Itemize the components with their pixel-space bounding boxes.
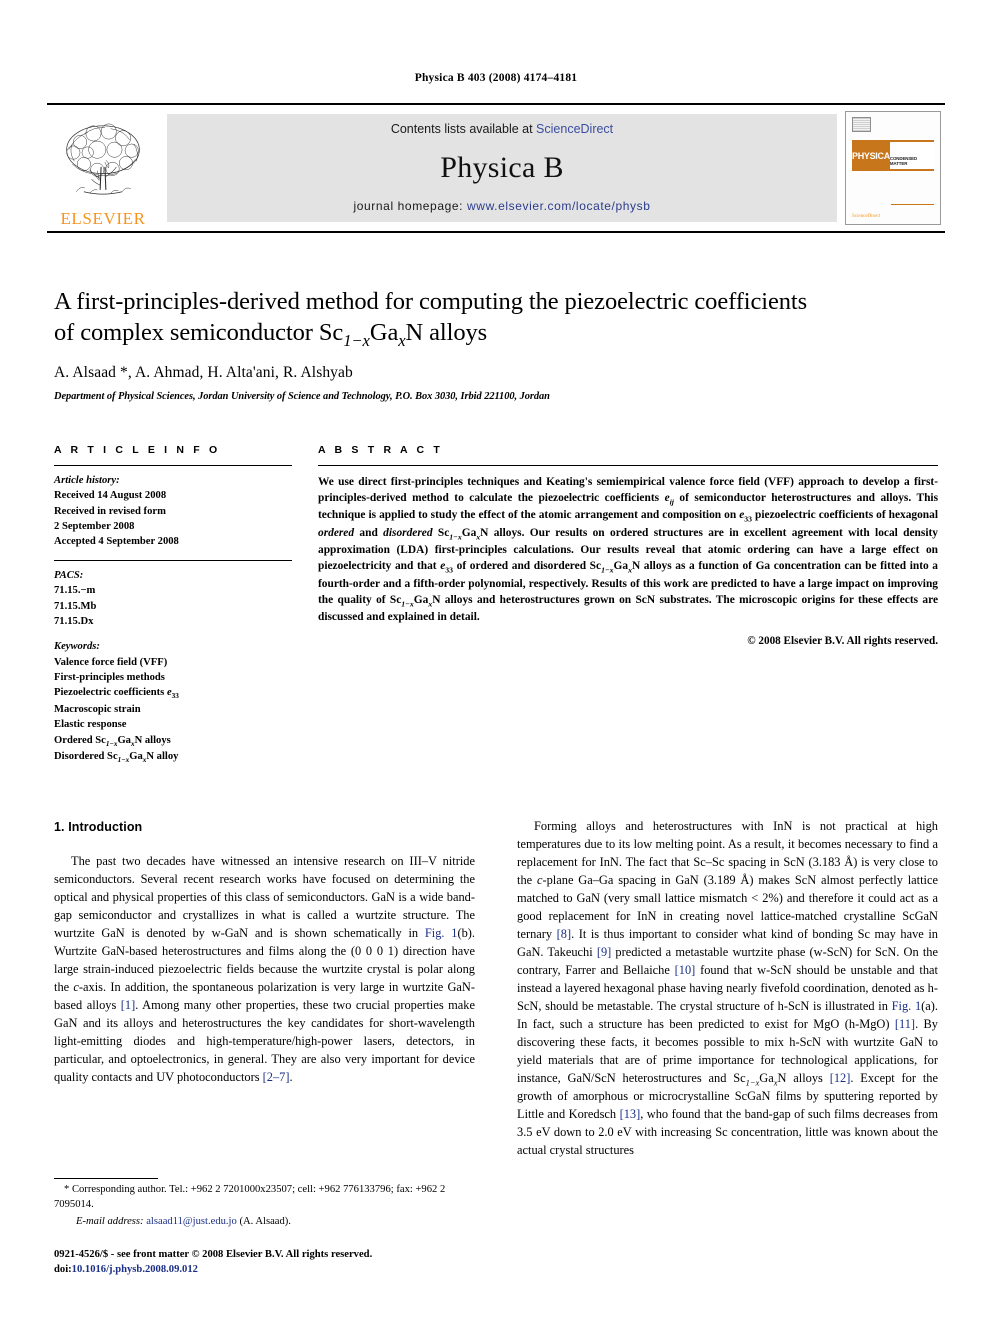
- history-item-1: Received in revised form: [54, 505, 166, 517]
- article-info-column: A R T I C L E I N F O Article history: R…: [54, 444, 292, 776]
- history-item-2: 2 September 2008: [54, 521, 135, 533]
- cover-journal-name: PHYSICA: [852, 142, 890, 169]
- imprint-block: 0921-4526/$ - see front matter © 2008 El…: [54, 1247, 474, 1278]
- title-line-2-pre: of complex semiconductor Sc: [54, 319, 344, 347]
- body-column-right: Forming alloys and heterostructures with…: [517, 818, 938, 1160]
- contents-available-line: Contents lists available at ScienceDirec…: [391, 122, 613, 136]
- journal-band: Contents lists available at ScienceDirec…: [167, 114, 837, 222]
- body-column-left: 1. Introduction The past two decades hav…: [54, 818, 475, 1160]
- cover-subject: CONDENSED MATTER: [889, 142, 934, 169]
- email-link[interactable]: alsaad11@just.edu.jo: [146, 1216, 237, 1227]
- journal-cover-thumbnail[interactable]: PHYSICA CONDENSED MATTER ScienceDirect: [845, 111, 941, 225]
- pacs-item-2: 71.15.Dx: [54, 615, 94, 627]
- title-subscript-1: 1−x: [343, 331, 370, 351]
- pacs-item-1: 71.15.Mb: [54, 600, 97, 612]
- pacs-item-0: 71.15.−m: [54, 585, 96, 597]
- citation-10[interactable]: [10]: [675, 963, 696, 977]
- abstract-text: We use direct first-principles technique…: [318, 476, 938, 623]
- article-info-body: Article history: Received 14 August 2008…: [54, 466, 292, 766]
- doi-line: doi:10.1016/j.physb.2008.09.012: [54, 1262, 474, 1277]
- title-subscript-2: x: [398, 331, 406, 351]
- keyword-item-0: Valence force field (VFF): [54, 656, 168, 668]
- doi-label: doi:: [54, 1264, 72, 1276]
- article-info-rule-2: [54, 559, 292, 561]
- citation-13[interactable]: [13]: [620, 1107, 641, 1121]
- figure-link-1a[interactable]: Fig. 1: [892, 999, 922, 1013]
- history-item-3: Accepted 4 September 2008: [54, 536, 179, 548]
- contents-prefix: Contents lists available at: [390, 122, 537, 136]
- citation-9[interactable]: [9]: [597, 945, 611, 959]
- elsevier-logo: ELSEVIER: [47, 105, 159, 231]
- pacs-group: PACS: 71.15.−m 71.15.Mb 71.15.Dx: [54, 568, 292, 629]
- corresponding-author-note: * Corresponding author. Tel.: +962 2 720…: [54, 1183, 464, 1213]
- corresponding-author-line1: * Corresponding author. Tel.: +962 2 720…: [64, 1184, 394, 1195]
- article-history-group: Article history: Received 14 August 2008…: [54, 473, 292, 550]
- journal-title: Physica B: [440, 150, 564, 184]
- homepage-prefix: journal homepage:: [353, 199, 468, 213]
- article-info-heading: A R T I C L E I N F O: [54, 444, 221, 456]
- cover-title-band: PHYSICA CONDENSED MATTER: [852, 140, 934, 171]
- keyword-item-1: First-principles methods: [54, 671, 165, 683]
- citation-1[interactable]: [1]: [121, 998, 135, 1012]
- keyword-item-5: Ordered Sc1−xGaxN alloys: [54, 734, 171, 748]
- title-post: N alloys: [405, 319, 488, 347]
- journal-masthead: ELSEVIER Contents lists available at Sci…: [47, 103, 945, 233]
- abstract-copyright: © 2008 Elsevier B.V. All rights reserved…: [747, 635, 938, 648]
- footnote-block: * Corresponding author. Tel.: +962 2 720…: [54, 1178, 464, 1229]
- cover-mini-logo-icon: [852, 117, 871, 132]
- sciencedirect-link[interactable]: ScienceDirect: [536, 122, 613, 136]
- page-title: A first-principles-derived method for co…: [54, 286, 938, 352]
- running-head: Physica B 403 (2008) 4174–4181: [414, 72, 578, 84]
- info-abstract-section: A R T I C L E I N F O Article history: R…: [54, 444, 938, 776]
- email-note: E-mail address: alsaad11@just.edu.jo (A.…: [54, 1215, 464, 1230]
- email-owner: (A. Alsaad).: [239, 1215, 291, 1227]
- keywords-label: Keywords:: [54, 641, 100, 653]
- title-line-1: A first-principles-derived method for co…: [54, 288, 808, 315]
- intro-paragraph-left: The past two decades have witnessed an i…: [54, 854, 475, 1084]
- citation-12[interactable]: [12]: [830, 1071, 851, 1085]
- issn-front-matter: 0921-4526/$ - see front matter © 2008 El…: [54, 1249, 373, 1260]
- keyword-item-2: Piezoelectric coefficients e33: [54, 687, 179, 701]
- article-page: Physica B 403 (2008) 4174–4181 ELSEVIER …: [0, 0, 992, 1323]
- citation-11[interactable]: [11]: [895, 1017, 915, 1031]
- keyword-item-4: Elastic response: [54, 719, 127, 731]
- body-columns: 1. Introduction The past two decades hav…: [54, 818, 938, 1160]
- citation-8[interactable]: [8]: [557, 927, 571, 941]
- footnote-rule: [54, 1178, 158, 1179]
- keyword-item-3: Macroscopic strain: [54, 703, 141, 715]
- history-item-0: Received 14 August 2008: [54, 490, 167, 502]
- article-history-label: Article history:: [54, 475, 120, 486]
- keywords-group: Keywords: Valence force field (VFF) Firs…: [54, 639, 292, 765]
- abstract-column: A B S T R A C T We use direct first-prin…: [318, 444, 938, 776]
- email-address-label: E-mail address:: [76, 1215, 144, 1227]
- cover-sciencedirect-logo: ScienceDirect: [852, 214, 881, 219]
- journal-homepage-line: journal homepage: www.elsevier.com/locat…: [353, 199, 650, 213]
- abstract-heading: A B S T R A C T: [318, 444, 443, 456]
- doi-link[interactable]: 10.1016/j.physb.2008.09.012: [72, 1264, 198, 1275]
- keyword-item-6: Disordered Sc1−xGaxN alloy: [54, 751, 179, 765]
- intro-paragraph-right: Forming alloys and heterostructures with…: [517, 819, 938, 1158]
- figure-link-1b[interactable]: Fig. 1: [425, 926, 458, 940]
- cover-rule: [891, 204, 934, 205]
- title-mid: Ga: [369, 319, 399, 347]
- pacs-label: PACS:: [54, 569, 84, 581]
- cover-footer: ScienceDirect: [852, 214, 934, 219]
- author-list: A. Alsaad *, A. Ahmad, H. Alta'ani, R. A…: [54, 363, 353, 381]
- title-block: A first-principles-derived method for co…: [54, 286, 938, 402]
- elsevier-wordmark: ELSEVIER: [60, 209, 146, 228]
- citation-2-7[interactable]: [2–7]: [263, 1070, 290, 1084]
- elsevier-tree-icon: [66, 123, 140, 195]
- affiliation: Department of Physical Sciences, Jordan …: [54, 390, 550, 402]
- homepage-url-link[interactable]: www.elsevier.com/locate/physb: [467, 199, 650, 213]
- section-heading-introduction: 1. Introduction: [54, 820, 143, 834]
